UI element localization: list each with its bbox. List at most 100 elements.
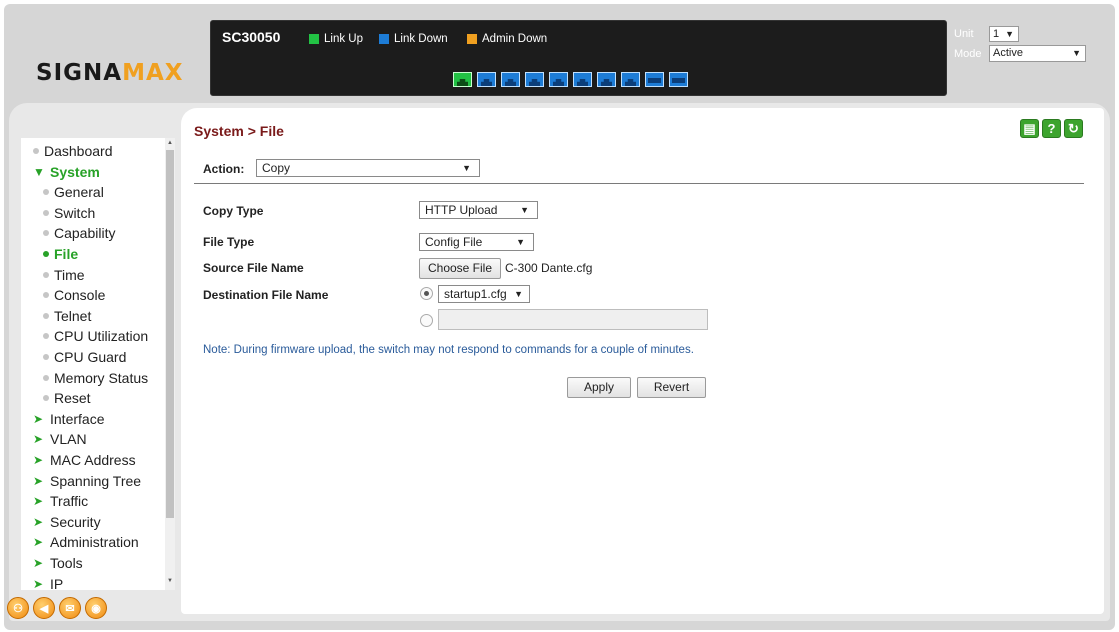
choose-file-button[interactable]: Choose File (419, 258, 501, 279)
globe-icon[interactable]: ◉ (85, 597, 107, 619)
source-file-label: Source File Name (203, 261, 304, 275)
scrollbar-thumb[interactable] (166, 150, 174, 518)
unit-label: Unit (954, 28, 974, 40)
sidebar-item-label: Security (50, 513, 101, 530)
port-5-icon[interactable] (549, 72, 568, 87)
bullet-icon (43, 230, 49, 237)
dest-custom-radio[interactable] (420, 314, 433, 327)
legend-link-up: Link Up (309, 33, 363, 45)
sidebar-item-dashboard[interactable]: Dashboard (33, 143, 113, 159)
chevron-right-icon: ➤ (33, 535, 44, 550)
sidebar-item-security[interactable]: ➤ Security (33, 514, 101, 530)
destination-file-label: Destination File Name (203, 288, 329, 302)
chevron-right-icon: ➤ (33, 576, 44, 591)
mail-icon[interactable]: ✉ (59, 597, 81, 619)
chevron-right-icon: ➤ (33, 453, 44, 467)
sidebar-item-label: General (54, 184, 104, 201)
sidebar-item-capability[interactable]: Capability (43, 225, 115, 241)
port-7-icon[interactable] (597, 72, 616, 87)
network-icon[interactable]: ⚇ (7, 597, 29, 619)
link-up-swatch (309, 34, 319, 44)
chevron-right-icon: ➤ (33, 556, 44, 570)
sidebar-item-label: CPU Utilization (54, 328, 149, 345)
sidebar-item-interface[interactable]: ➤ Interface (33, 411, 104, 427)
sidebar-item-label: Console (54, 287, 106, 304)
legend-admin-down: Admin Down (467, 33, 547, 45)
bullet-icon (43, 271, 49, 278)
sidebar-item-cpu-guard[interactable]: CPU Guard (43, 349, 126, 365)
file-type-label: File Type (203, 235, 255, 249)
save-icon[interactable]: ▤ (1020, 119, 1039, 138)
sidebar-item-label: CPU Guard (54, 349, 127, 365)
sidebar-item-console[interactable]: Console (43, 287, 105, 303)
port-4-icon[interactable] (525, 72, 544, 87)
dest-preset-radio[interactable] (420, 287, 433, 300)
dest-custom-input[interactable] (438, 309, 708, 330)
sidebar-item-system[interactable]: ▼ System (33, 164, 100, 180)
chevron-right-icon: ➤ (33, 494, 44, 509)
sidebar-item-reset[interactable]: Reset (43, 390, 91, 406)
bullet-icon (43, 333, 49, 340)
sidebar-item-label: File (54, 246, 79, 262)
unit-select[interactable]: 1 ▼ (989, 26, 1019, 42)
sidebar-item-switch[interactable]: Switch (43, 205, 95, 221)
mode-select[interactable]: Active ▼ (989, 45, 1086, 62)
sidebar-item-label: IP (50, 575, 64, 592)
sidebar-item-ip[interactable]: ➤ IP (33, 576, 63, 592)
dest-file-select[interactable]: startup1.cfg ▼ (438, 285, 530, 303)
sidebar-item-vlan[interactable]: ➤ VLAN (33, 431, 87, 447)
scroll-down-arrow-icon[interactable]: ▼ (167, 578, 173, 584)
sidebar-item-memory-status[interactable]: Memory Status (43, 370, 148, 386)
port-3-icon[interactable] (501, 72, 520, 87)
scroll-up-arrow-icon[interactable]: ▲ (167, 140, 173, 146)
port-1-icon[interactable] (453, 72, 472, 87)
revert-button[interactable]: Revert (637, 377, 706, 398)
sidebar-item-label: Capability (54, 225, 116, 242)
port-8-icon[interactable] (621, 72, 640, 87)
port-9-icon[interactable] (645, 72, 664, 87)
sidebar-item-label: Spanning Tree (50, 472, 142, 489)
bullet-icon (33, 148, 39, 154)
sidebar-item-cpu-utilization[interactable]: CPU Utilization (43, 328, 148, 344)
sidebar-item-label: Reset (54, 390, 91, 407)
sidebar-item-mac-address[interactable]: ➤ MAC Address (33, 452, 136, 468)
sidebar-item-file[interactable]: File (43, 246, 78, 262)
sidebar-item-label: Tools (50, 555, 83, 571)
copy-type-label: Copy Type (203, 204, 264, 218)
bullet-icon (43, 292, 49, 299)
divider (194, 183, 1084, 184)
switch-panel: SC30050 Link Up Link Down Admin Down (210, 20, 947, 96)
refresh-icon[interactable]: ↻ (1064, 119, 1083, 138)
sidebar-item-time[interactable]: Time (43, 267, 85, 283)
chosen-file-name: C-300 Dante.cfg (505, 261, 593, 275)
sidebar-item-general[interactable]: General (43, 184, 104, 200)
port-2-icon[interactable] (477, 72, 496, 87)
sidebar-item-label: Memory Status (54, 369, 149, 386)
bullet-icon (43, 312, 49, 319)
file-type-select[interactable]: Config File ▼ (419, 233, 534, 251)
sidebar-item-administration[interactable]: ➤ Administration (33, 534, 139, 550)
page-title: System > File (194, 123, 284, 139)
bullet-icon (43, 209, 49, 216)
back-icon[interactable]: ◀ (33, 597, 55, 619)
sidebar-item-spanning-tree[interactable]: ➤ Spanning Tree (33, 473, 141, 489)
chevron-right-icon: ➤ (33, 411, 44, 426)
sidebar-item-label: MAC Address (50, 452, 136, 468)
sidebar-item-label: Traffic (50, 493, 89, 510)
chevron-down-icon: ▼ (33, 164, 45, 179)
sidebar-scrollbar[interactable]: ▲ ▼ (165, 138, 175, 590)
sidebar-item-label: Switch (54, 204, 96, 221)
bullet-icon (43, 374, 49, 381)
port-6-icon[interactable] (573, 72, 592, 87)
port-10-icon[interactable] (669, 72, 688, 87)
chevron-right-icon: ➤ (33, 514, 44, 529)
sidebar-item-label: Interface (50, 410, 105, 427)
sidebar-item-traffic[interactable]: ➤ Traffic (33, 493, 88, 509)
sidebar-item-telnet[interactable]: Telnet (43, 308, 91, 324)
help-icon[interactable]: ? (1042, 119, 1061, 138)
apply-button[interactable]: Apply (567, 377, 631, 398)
action-label: Action: (203, 162, 245, 176)
sidebar-item-tools[interactable]: ➤ Tools (33, 555, 83, 571)
copy-type-select[interactable]: HTTP Upload ▼ (419, 201, 538, 219)
action-select[interactable]: Copy ▼ (256, 159, 480, 177)
